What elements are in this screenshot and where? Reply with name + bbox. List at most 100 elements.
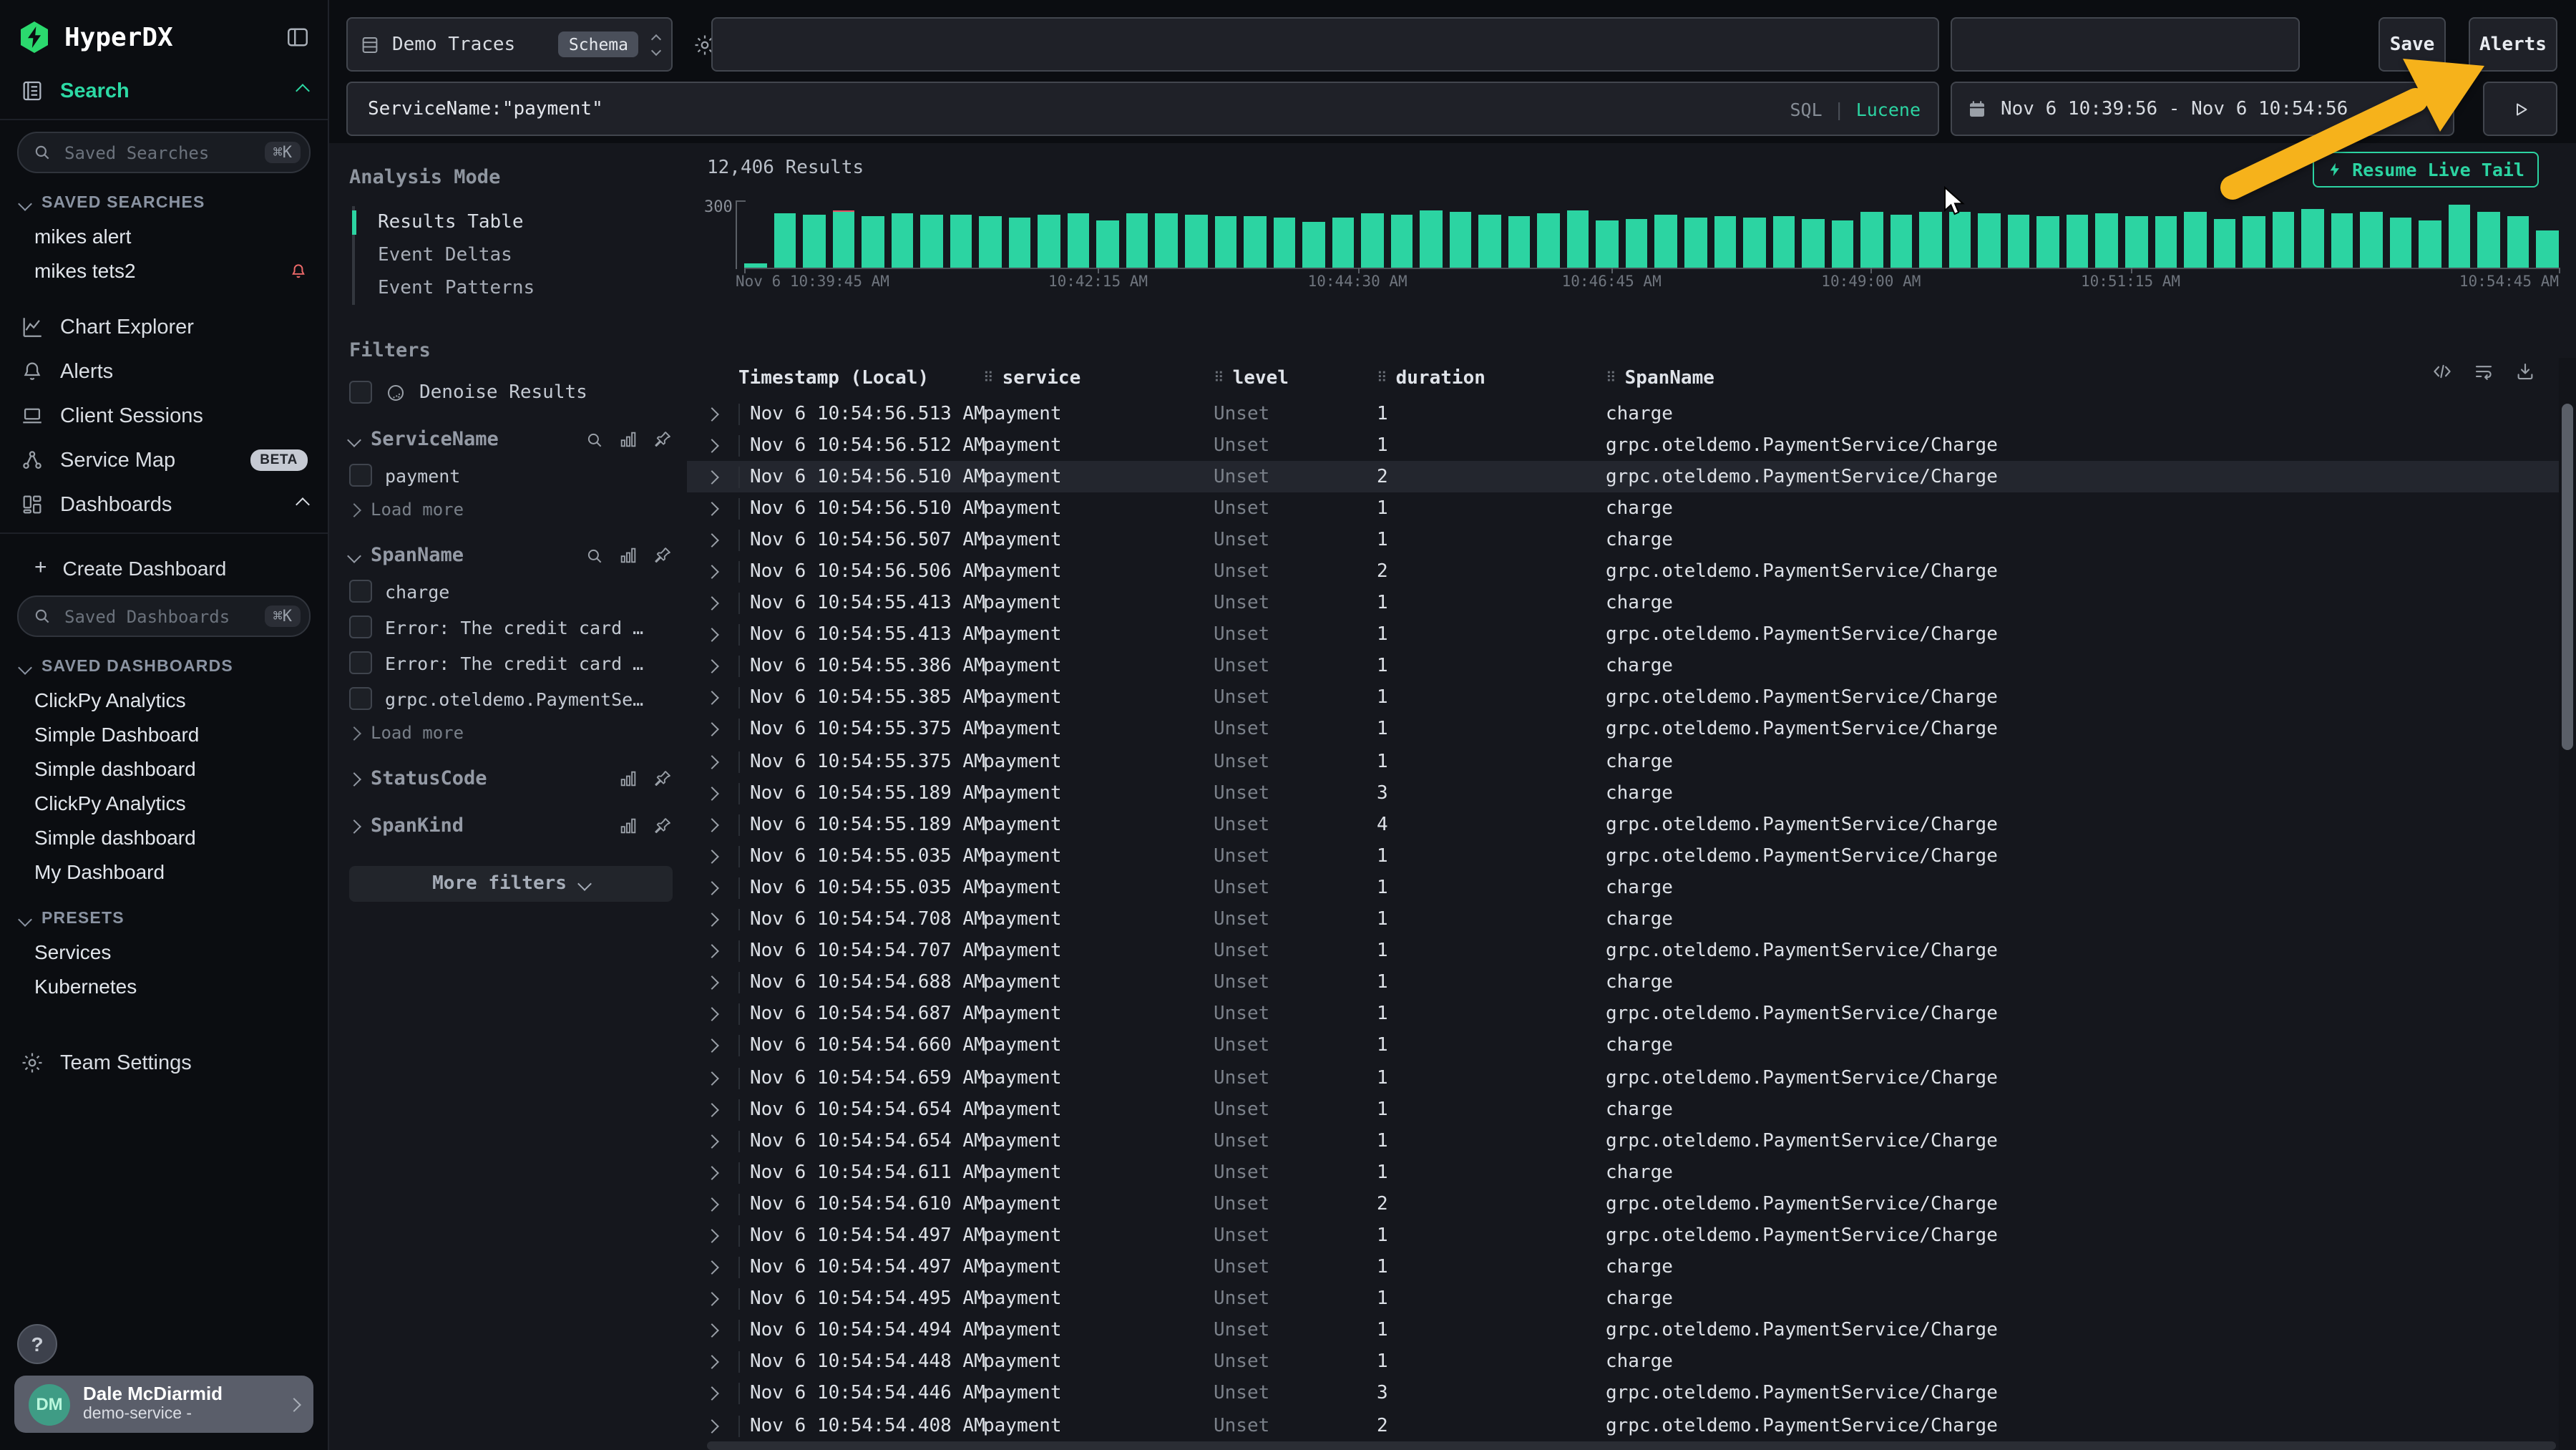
row-expand-icon[interactable] [707, 940, 738, 962]
table-row[interactable]: Nov 6 10:54:55.385 AMpaymentUnset1grpc.o… [687, 683, 2559, 714]
filter-option[interactable]: Error: The credit card … [349, 615, 673, 638]
checkbox[interactable] [349, 651, 372, 674]
table-row[interactable]: Nov 6 10:54:54.707 AMpaymentUnset1grpc.o… [687, 935, 2559, 967]
row-expand-icon[interactable] [707, 877, 738, 899]
row-expand-icon[interactable] [707, 466, 738, 487]
saved-dashboard-item[interactable]: Simple dashboard [0, 820, 328, 855]
table-row[interactable]: Nov 6 10:54:56.513 AMpaymentUnset1charge [687, 398, 2559, 429]
pin-icon[interactable] [653, 429, 673, 449]
sidebar-item-service-map[interactable]: Service Map BETA [0, 438, 328, 482]
saved-dashboard-item[interactable]: ClickPy Analytics [0, 786, 328, 820]
chart-bars[interactable] [744, 202, 2559, 269]
search-icon[interactable] [585, 429, 604, 449]
table-row[interactable]: Nov 6 10:54:55.386 AMpaymentUnset1charge [687, 651, 2559, 683]
chart-bar[interactable] [1979, 202, 2001, 268]
sidebar-item-team-settings[interactable]: Team Settings [0, 1041, 328, 1085]
chart-bar[interactable] [2478, 202, 2500, 268]
chart-bar[interactable] [1273, 202, 1295, 268]
chart-bar[interactable] [1684, 202, 1707, 268]
filter-group-header[interactable]: SpanKind [349, 814, 673, 837]
table-row[interactable]: Nov 6 10:54:54.494 AMpaymentUnset1grpc.o… [687, 1315, 2559, 1346]
table-row[interactable]: Nov 6 10:54:54.688 AMpaymentUnset1charge [687, 967, 2559, 998]
load-more-button[interactable]: Load more [349, 723, 673, 743]
filter-group-header[interactable]: ServiceName [349, 428, 673, 451]
column-header-service[interactable]: ⠿service [983, 367, 1214, 389]
saved-searches-search[interactable]: ⌘K [17, 132, 311, 173]
row-expand-icon[interactable] [707, 403, 738, 424]
chart-bar[interactable] [1126, 202, 1148, 268]
chart-bar[interactable] [2067, 202, 2089, 268]
chart-bar[interactable] [1390, 202, 1413, 268]
chart-bar[interactable] [862, 202, 884, 268]
chart-bar[interactable] [1244, 202, 1266, 268]
row-expand-icon[interactable] [707, 1004, 738, 1026]
chart-bar[interactable] [1214, 202, 1236, 268]
chart-bar[interactable] [774, 202, 796, 268]
table-row[interactable]: Nov 6 10:54:54.654 AMpaymentUnset1charge [687, 1094, 2559, 1125]
chart-bar[interactable] [950, 202, 972, 268]
checkbox[interactable] [349, 381, 372, 404]
column-header-level[interactable]: ⠿level [1214, 367, 1377, 389]
chart-bar[interactable] [1068, 202, 1090, 268]
chart-bar[interactable] [1038, 202, 1060, 268]
chart-bar[interactable] [2331, 202, 2353, 268]
row-expand-icon[interactable] [707, 1036, 738, 1057]
chart-bar[interactable] [2213, 202, 2235, 268]
save-button[interactable]: Save [2379, 17, 2446, 72]
row-expand-icon[interactable] [707, 498, 738, 520]
chart-bar[interactable] [803, 202, 825, 268]
preset-item[interactable]: Services [0, 935, 328, 969]
saved-dashboards-search[interactable]: ⌘K [17, 595, 311, 637]
chart-bar[interactable] [1949, 202, 1971, 268]
filter-option[interactable]: payment [349, 464, 673, 487]
chart-bar[interactable] [2155, 202, 2177, 268]
chart-bar[interactable] [1508, 202, 1531, 268]
vertical-scrollbar-thumb[interactable] [2562, 404, 2573, 750]
pin-icon[interactable] [653, 545, 673, 565]
chart-bar[interactable] [1860, 202, 1883, 268]
table-row[interactable]: Nov 6 10:54:54.660 AMpaymentUnset1charge [687, 1031, 2559, 1062]
column-header-timestamp[interactable]: Timestamp (Local) [738, 367, 983, 389]
row-expand-icon[interactable] [707, 1415, 738, 1436]
row-expand-icon[interactable] [707, 972, 738, 993]
row-expand-icon[interactable] [707, 1225, 738, 1247]
saved-dashboard-item[interactable]: ClickPy Analytics [0, 683, 328, 717]
search-icon[interactable] [585, 545, 604, 565]
text-wrap-icon[interactable] [2473, 361, 2494, 382]
analysis-mode-tab[interactable]: Results Table [355, 206, 673, 239]
chart-bar[interactable] [1538, 202, 1560, 268]
row-expand-icon[interactable] [707, 814, 738, 836]
table-row[interactable]: Nov 6 10:54:56.510 AMpaymentUnset1charge [687, 493, 2559, 525]
chart-bar[interactable] [1596, 202, 1619, 268]
source-selector[interactable]: Demo Traces Schema [346, 17, 673, 72]
chart-bar[interactable] [1714, 202, 1736, 268]
saved-search-item[interactable]: mikes alert [0, 219, 328, 253]
user-menu[interactable]: DM Dale McDiarmid demo-service - [14, 1376, 313, 1433]
chart-bar[interactable] [1772, 202, 1795, 268]
row-expand-icon[interactable] [707, 688, 738, 709]
chart-bar[interactable] [1802, 202, 1824, 268]
chart-bar[interactable] [1890, 202, 1912, 268]
saved-dashboards-input[interactable] [62, 605, 255, 628]
chart-bar[interactable] [920, 202, 942, 268]
chart-bar[interactable] [1420, 202, 1442, 268]
row-expand-icon[interactable] [707, 909, 738, 930]
chart-bar[interactable] [1655, 202, 1677, 268]
table-row[interactable]: Nov 6 10:54:56.512 AMpaymentUnset1grpc.o… [687, 429, 2559, 461]
checkbox[interactable] [349, 464, 372, 487]
denoise-checkbox-row[interactable]: Denoise Results [349, 381, 673, 404]
saved-dashboard-item[interactable]: Simple dashboard [0, 751, 328, 786]
saved-searches-header[interactable]: SAVED SEARCHES [0, 188, 328, 219]
row-expand-icon[interactable] [707, 1067, 738, 1089]
sidebar-item-client-sessions[interactable]: Client Sessions [0, 394, 328, 438]
row-expand-icon[interactable] [707, 1130, 738, 1152]
load-more-button[interactable]: Load more [349, 500, 673, 520]
chart-bar[interactable] [2008, 202, 2030, 268]
row-expand-icon[interactable] [707, 1352, 738, 1373]
chart-bar[interactable] [2096, 202, 2118, 268]
row-expand-icon[interactable] [707, 561, 738, 583]
filter-option[interactable]: charge [349, 580, 673, 603]
filter-option[interactable]: Error: The credit card … [349, 651, 673, 674]
table-row[interactable]: Nov 6 10:54:54.448 AMpaymentUnset1charge [687, 1347, 2559, 1378]
table-row[interactable]: Nov 6 10:54:55.189 AMpaymentUnset3charge [687, 777, 2559, 809]
